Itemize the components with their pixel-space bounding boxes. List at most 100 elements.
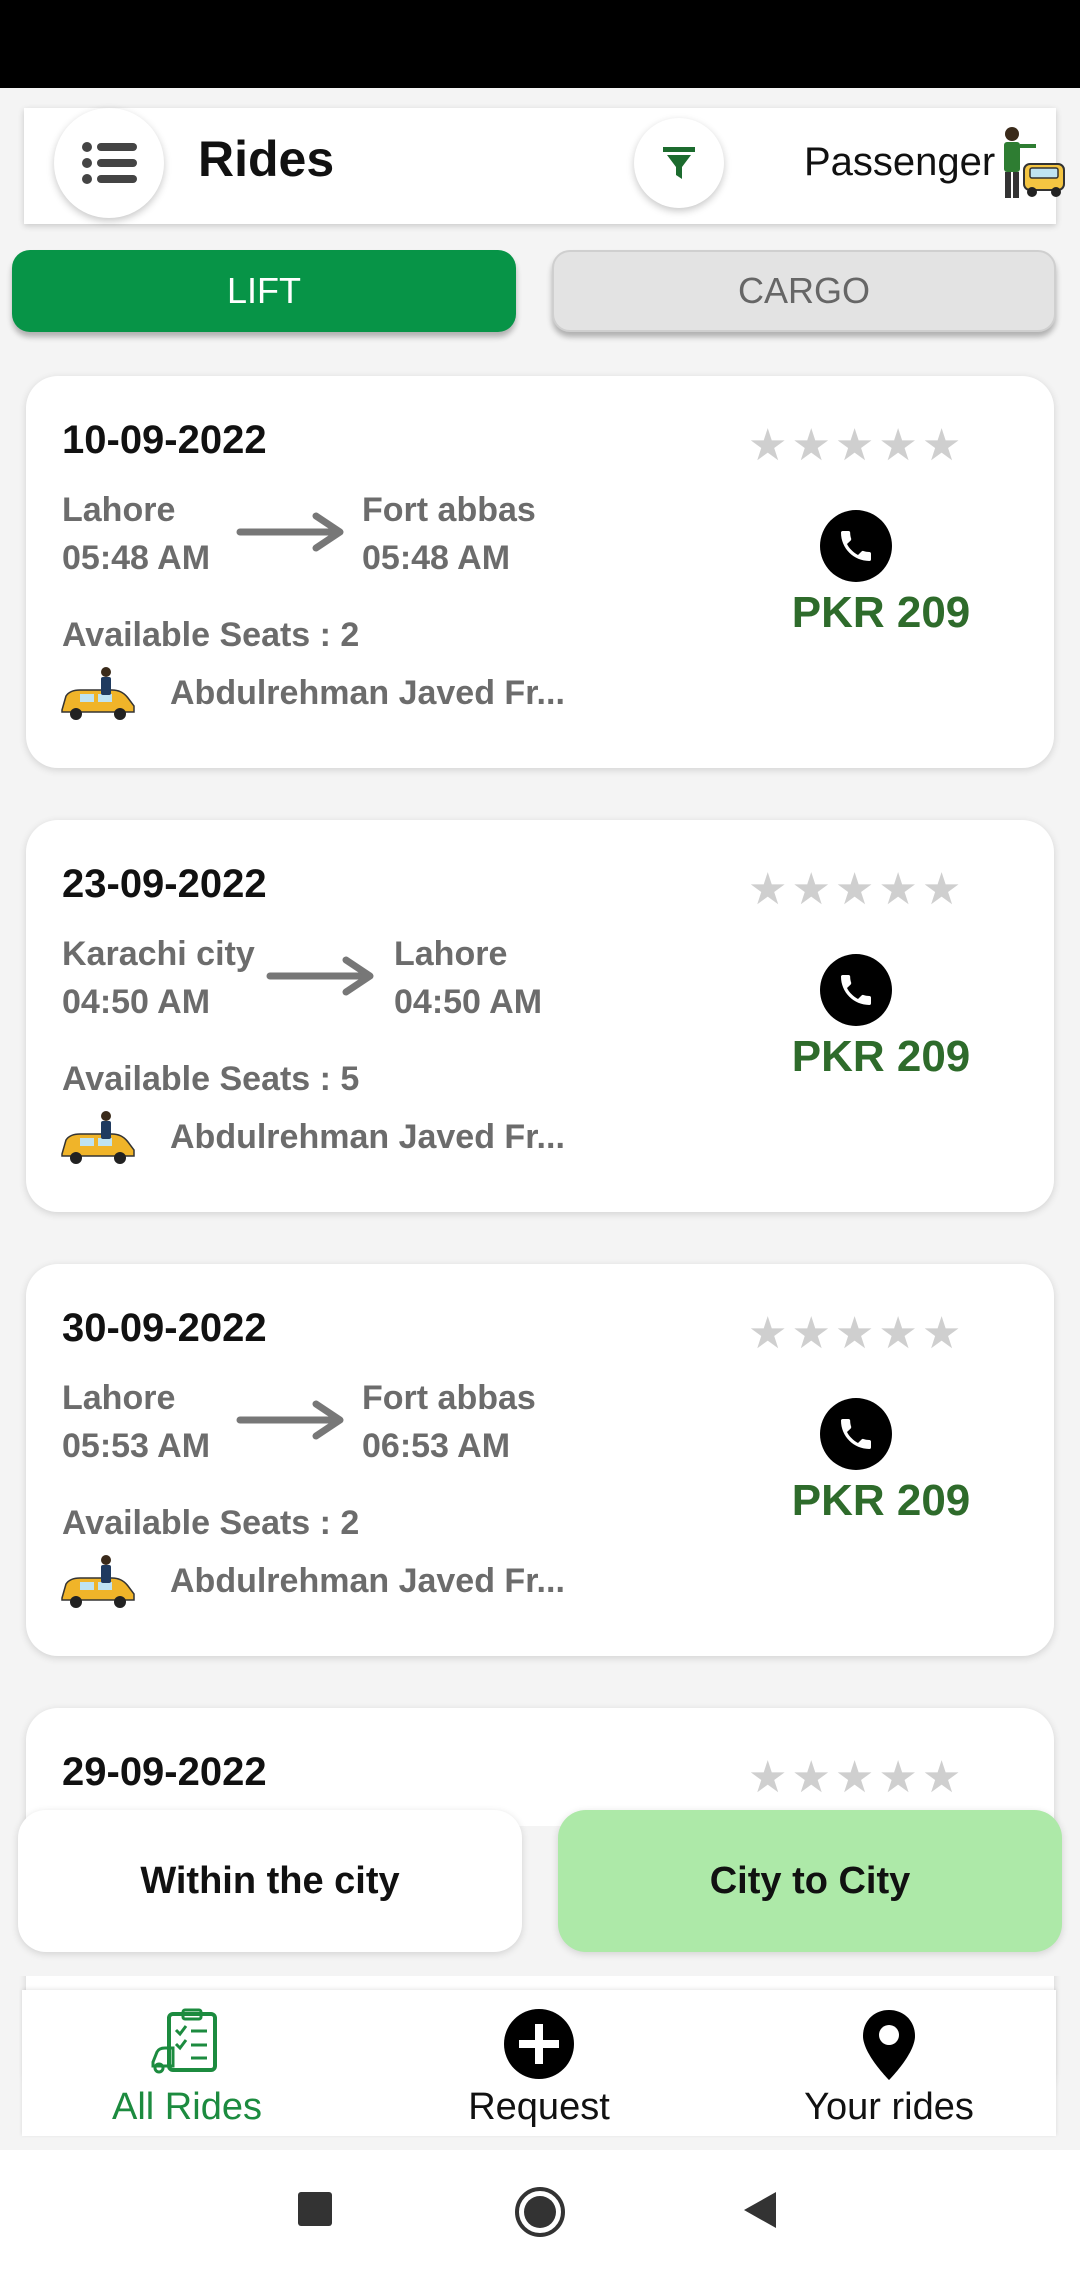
origin: Lahore 05:48 AM [62,486,210,582]
star-icon[interactable]: ★ [791,1756,830,1800]
available-seats: Available Seats : 2 [62,616,360,654]
nav-label: Request [468,2086,610,2128]
star-icon[interactable]: ★ [878,868,917,912]
nav-label: Your rides [804,2086,974,2128]
ride-card[interactable]: 23-09-2022 Karachi city 04:50 AM Lahore … [26,820,1054,1212]
back-triangle-icon [744,2192,776,2228]
driver-name: Abdulrehman Javed Fr... [170,1562,565,1600]
origin-time: 04:50 AM [62,983,211,1021]
menu-button[interactable] [54,108,164,218]
origin-time: 05:53 AM [62,1427,211,1465]
star-icon[interactable]: ★ [835,424,874,468]
route-arrow-icon [236,1400,344,1440]
star-icon[interactable]: ★ [748,424,787,468]
location-pin-icon [863,2010,915,2080]
phone-icon [841,531,871,561]
add-circle-icon [504,2009,574,2079]
rating-stars[interactable]: ★ ★ ★ ★ ★ [748,1756,961,1800]
star-icon[interactable]: ★ [922,1312,961,1356]
star-icon[interactable]: ★ [922,1756,961,1800]
star-icon[interactable]: ★ [748,1756,787,1800]
ride-price: PKR 209 [791,1032,971,1081]
phone-icon [841,1419,871,1449]
tab-cargo[interactable]: CARGO [552,250,1056,332]
clipboard-list-icon [151,2008,217,2074]
driver-taxi-icon [61,1111,135,1164]
nav-your-rides[interactable]: Your rides [724,1990,1054,2136]
driver-taxi-icon [61,1555,135,1608]
system-nav-bar [0,2150,1080,2280]
star-icon[interactable]: ★ [748,868,787,912]
driver-name: Abdulrehman Javed Fr... [170,674,565,712]
ride-date: 23-09-2022 [62,862,267,906]
city-to-city-button[interactable]: City to City [558,1810,1062,1952]
square-icon [298,2192,332,2226]
origin-time: 05:48 AM [62,539,211,577]
page-title: Rides [198,131,335,187]
ride-price: PKR 209 [791,588,971,637]
star-icon[interactable]: ★ [835,1756,874,1800]
star-icon[interactable]: ★ [791,1312,830,1356]
ride-card[interactable]: 10-09-2022 Lahore 05:48 AM Fort abbas 05… [26,376,1054,768]
phone-icon [841,975,871,1005]
destination-city: Lahore [394,935,508,973]
list-menu-icon [82,142,137,184]
route-arrow-icon [266,956,374,996]
ride-date: 29-09-2022 [62,1750,267,1794]
back-button[interactable] [742,2190,778,2230]
destination-time: 04:50 AM [394,983,543,1021]
filter-button[interactable] [634,118,724,208]
ride-price: PKR 209 [791,1476,971,1525]
star-icon[interactable]: ★ [878,1756,917,1800]
origin: Karachi city 04:50 AM [62,930,255,1026]
status-bar [0,0,1080,88]
driver-name: Abdulrehman Javed Fr... [170,1118,565,1156]
home-button[interactable] [514,2186,566,2238]
destination-city: Fort abbas [362,491,536,529]
ride-card[interactable]: 30-09-2022 Lahore 05:53 AM Fort abbas 06… [26,1264,1054,1656]
destination-time: 06:53 AM [362,1427,511,1465]
filter-icon [663,147,695,179]
destination-time: 05:48 AM [362,539,511,577]
passenger-taxi-icon[interactable] [994,124,1066,209]
destination: Fort abbas 06:53 AM [362,1374,536,1470]
call-button[interactable] [820,510,892,582]
star-icon[interactable]: ★ [835,1312,874,1356]
recents-button[interactable] [296,2190,334,2228]
available-seats: Available Seats : 5 [62,1060,360,1098]
star-icon[interactable]: ★ [835,868,874,912]
star-icon[interactable]: ★ [791,424,830,468]
driver-taxi-icon [61,667,135,720]
ride-date: 10-09-2022 [62,418,267,462]
role-label[interactable]: Passenger [804,140,995,185]
star-icon[interactable]: ★ [878,424,917,468]
star-icon[interactable]: ★ [878,1312,917,1356]
origin-city: Lahore [62,1379,176,1417]
tab-lift[interactable]: LIFT [12,250,516,332]
home-circle-icon [515,2187,565,2237]
bottom-nav: All Rides Request Your rides [22,1990,1056,2136]
app-bar: Rides Passenger [24,108,1065,224]
origin-city: Karachi city [62,935,255,973]
origin-city: Lahore [62,491,176,529]
call-button[interactable] [820,1398,892,1470]
within-city-button[interactable]: Within the city [18,1810,522,1952]
available-seats: Available Seats : 2 [62,1504,360,1542]
rating-stars[interactable]: ★ ★ ★ ★ ★ [748,424,961,468]
nav-label: All Rides [112,2086,262,2128]
nav-request[interactable]: Request [374,1990,704,2136]
ride-date: 30-09-2022 [62,1306,267,1350]
destination: Fort abbas 05:48 AM [362,486,536,582]
rating-stars[interactable]: ★ ★ ★ ★ ★ [748,868,961,912]
star-icon[interactable]: ★ [922,424,961,468]
nav-all-rides[interactable]: All Rides [22,1990,352,2136]
route-arrow-icon [236,512,344,552]
rating-stars[interactable]: ★ ★ ★ ★ ★ [748,1312,961,1356]
star-icon[interactable]: ★ [922,868,961,912]
origin: Lahore 05:53 AM [62,1374,210,1470]
destination-city: Fort abbas [362,1379,536,1417]
destination: Lahore 04:50 AM [394,930,542,1026]
star-icon[interactable]: ★ [748,1312,787,1356]
call-button[interactable] [820,954,892,1026]
star-icon[interactable]: ★ [791,868,830,912]
